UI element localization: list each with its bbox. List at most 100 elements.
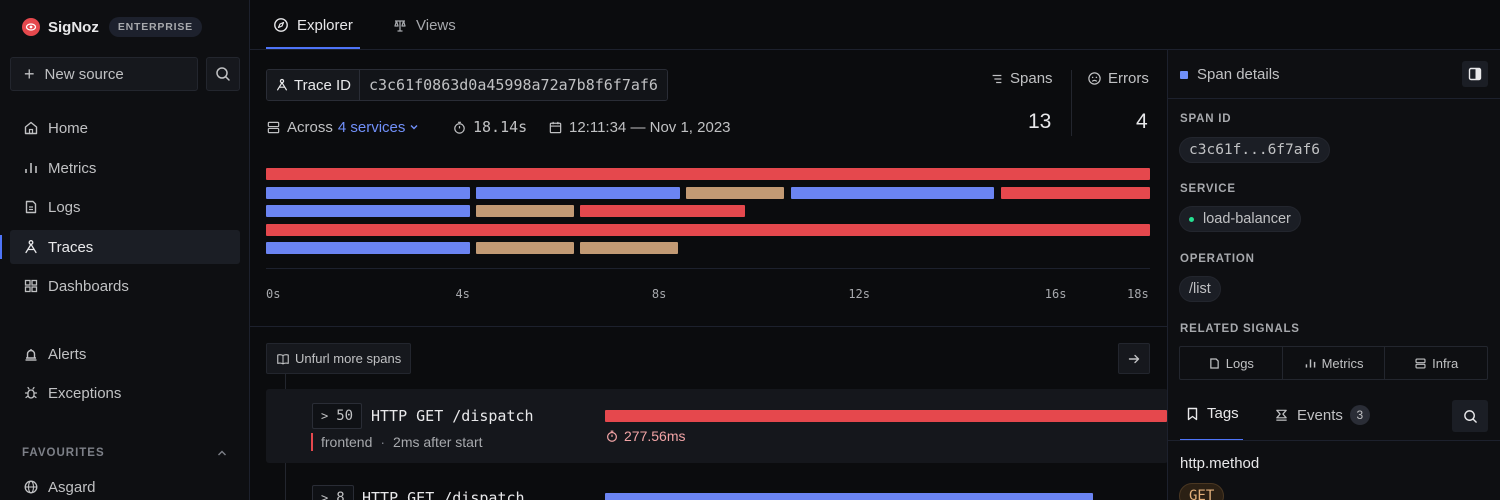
timeline-tick-label: 0s: [266, 287, 281, 301]
tag-key: http.method: [1180, 455, 1260, 472]
timestamp-value: 12:11:34 — Nov 1, 2023: [569, 118, 731, 136]
timeline-span-bar[interactable]: [266, 242, 470, 254]
signal-logs-button[interactable]: Logs: [1180, 347, 1283, 379]
sidebar-item-alerts[interactable]: Alerts: [10, 337, 240, 371]
timeline-span-bar[interactable]: [266, 168, 1150, 180]
errors-count: 4: [1136, 110, 1148, 133]
sidebar-favourite-asgard[interactable]: Asgard: [10, 470, 240, 500]
active-indicator: [0, 235, 2, 259]
timeline-span-bar[interactable]: [476, 186, 680, 199]
timeline-span-bar[interactable]: [266, 186, 470, 199]
services-summary: Across 4 services: [266, 117, 419, 137]
sidebar-item-home[interactable]: Home: [10, 111, 240, 145]
span-child-count: 50: [336, 408, 354, 424]
tab-explorer[interactable]: Explorer: [273, 0, 353, 50]
timer-icon: [605, 429, 619, 443]
span-expand-toggle[interactable]: > 50: [312, 403, 363, 429]
trace-id-value[interactable]: c3c61f0863d0a45998a72a7b8f6f7af6: [359, 70, 667, 100]
trace-id-pill[interactable]: Trace ID c3c61f0863d0a45998a72a7b8f6f7af…: [266, 69, 668, 101]
tags-search-button[interactable]: [1452, 400, 1488, 432]
service-label: SERVICE: [1180, 183, 1236, 195]
views-icon: [392, 17, 408, 33]
tab-events[interactable]: Events 3: [1274, 405, 1370, 425]
globe-icon: [22, 478, 40, 496]
trace-timestamp: 12:11:34 — Nov 1, 2023: [548, 117, 731, 137]
sidebar-item-label: Metrics: [48, 159, 97, 177]
edition-badge: ENTERPRISE: [108, 17, 202, 37]
sidebar-search-button[interactable]: [206, 57, 240, 91]
tab-tags[interactable]: Tags: [1186, 405, 1239, 422]
sidebar-toggle-icon: [1468, 67, 1482, 81]
bug-icon: [22, 384, 40, 402]
signal-metrics-button[interactable]: Metrics: [1283, 347, 1386, 379]
logs-icon: [1208, 357, 1221, 370]
span-service: frontend: [321, 434, 373, 450]
server-icon: [266, 120, 281, 135]
span-duration-bar: [605, 410, 1167, 422]
scroll-right-button[interactable]: [1118, 343, 1150, 374]
timeline-span-bar[interactable]: [476, 242, 574, 254]
timeline-span-bar[interactable]: [266, 223, 1150, 236]
span-duration-bar-2: [605, 493, 1093, 500]
timeline-span-bar[interactable]: [790, 186, 995, 199]
timeline-span-bar[interactable]: [686, 186, 785, 199]
chevron-up-icon[interactable]: [216, 447, 228, 459]
traces-icon: [275, 78, 289, 92]
plus-icon: +: [24, 64, 35, 84]
span-id-chip[interactable]: c3c61f...6f7af6: [1179, 137, 1330, 163]
bookmark-icon: [1186, 407, 1199, 421]
chevron-down-icon[interactable]: [409, 122, 419, 132]
search-icon: [1463, 409, 1477, 423]
tag-value-chip[interactable]: GET: [1179, 483, 1225, 500]
compass-icon: [273, 17, 289, 33]
spans-stat-label: Spans: [990, 70, 1053, 87]
bar-chart-icon: [22, 159, 40, 177]
stat-divider: [1071, 70, 1072, 136]
sidebar-item-logs[interactable]: Logs: [10, 190, 240, 224]
signal-infra-button[interactable]: Infra: [1385, 347, 1487, 379]
sidebar-item-label: Dashboards: [48, 277, 129, 295]
timeline-axis: [266, 268, 1150, 269]
span-name-2: HTTP GET /dispatch: [362, 489, 525, 500]
sidebar-item-exceptions[interactable]: Exceptions: [10, 376, 240, 410]
timeline-span-bar[interactable]: [1000, 186, 1150, 199]
panel-toggle-button[interactable]: [1462, 61, 1488, 87]
sidebar-item-dashboards[interactable]: Dashboards: [10, 269, 240, 303]
brand[interactable]: SigNoz ENTERPRISE: [22, 16, 202, 38]
span-offset: 2ms after start: [393, 434, 483, 450]
span-row-selected[interactable]: [266, 389, 1168, 463]
sidebar-item-traces[interactable]: Traces: [10, 230, 240, 264]
timeline-span-bar[interactable]: [580, 242, 679, 254]
book-open-icon: [276, 352, 290, 366]
timeline-tick-label: 12s: [848, 287, 871, 301]
span-expand-toggle-2[interactable]: > 8: [312, 485, 354, 500]
sidebar-item-label: Logs: [48, 198, 81, 216]
new-source-button[interactable]: + New source: [10, 57, 198, 91]
sidebar-item-metrics[interactable]: Metrics: [10, 151, 240, 185]
spans-count: 13: [1028, 110, 1052, 133]
timeline-span-bar[interactable]: [476, 205, 574, 217]
tab-views[interactable]: Views: [392, 0, 456, 50]
tab-label: Explorer: [297, 16, 353, 34]
traces-icon: [22, 238, 40, 256]
timeline-span-bar[interactable]: [580, 205, 746, 217]
services-dropdown[interactable]: 4 services: [338, 119, 406, 136]
events-count-badge: 3: [1349, 405, 1370, 425]
app-name: SigNoz: [48, 18, 99, 36]
duration-value: 18.14s: [473, 118, 528, 136]
home-icon: [22, 119, 40, 137]
unfurl-more-spans-button[interactable]: Unfurl more spans: [266, 343, 412, 374]
chevron-right-icon: >: [321, 409, 329, 423]
tab-label: Views: [416, 16, 456, 34]
span-service-info: frontend · 2ms after start: [311, 433, 483, 451]
operation-label: OPERATION: [1180, 253, 1255, 265]
span-name: HTTP GET /dispatch: [371, 407, 534, 425]
timeline-span-bar[interactable]: [266, 205, 470, 217]
service-chip[interactable]: load-balancer: [1179, 206, 1301, 232]
favourites-header[interactable]: FAVOURITES: [22, 447, 228, 459]
timeline-tick-label: 4s: [455, 287, 470, 301]
tab-active-indicator: [266, 47, 360, 49]
section-divider: [250, 326, 1168, 327]
operation-chip[interactable]: /list: [1179, 276, 1221, 302]
span-id-label: SPAN ID: [1180, 113, 1232, 125]
